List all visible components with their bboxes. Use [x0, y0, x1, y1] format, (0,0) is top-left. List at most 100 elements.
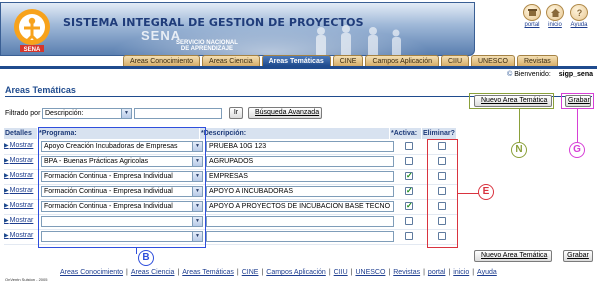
filter-field-select[interactable]: Descripción: ▼ — [42, 108, 132, 119]
show-details-label: Mostrar — [9, 187, 34, 194]
home-icon — [546, 4, 564, 21]
tab-areas-conocimiento[interactable]: Areas Conocimiento — [123, 55, 201, 66]
descripcion-input[interactable]: PRUEBA 10G 123 — [206, 141, 394, 152]
tab-unesco[interactable]: UNESCO — [471, 55, 515, 66]
col-descripcion: *Descripción: — [200, 128, 390, 139]
activa-checkbox[interactable] — [405, 157, 413, 165]
callout-n: N — [511, 142, 527, 158]
username: sigp_sena — [558, 71, 593, 78]
play-icon: ▶ — [4, 188, 9, 194]
activa-checkbox[interactable] — [405, 217, 413, 225]
tab-divider — [0, 66, 597, 69]
show-details-link[interactable]: ▶Mostrar — [4, 142, 33, 149]
callout-e-leader — [458, 193, 480, 195]
portal-link-label: portal — [524, 22, 540, 28]
main-tabs: Areas Conocimiento Areas Ciencia Areas T… — [123, 55, 560, 66]
footer-link[interactable]: inicio — [453, 269, 469, 276]
go-button[interactable]: Ir — [229, 107, 243, 119]
filter-field-value: Descripción: — [45, 110, 84, 117]
show-details-link[interactable]: ▶Mostrar — [4, 157, 33, 164]
activa-checkbox[interactable]: ✓ — [405, 172, 413, 180]
play-icon: ▶ — [4, 158, 9, 164]
new-area-button-bottom[interactable]: Nuevo Area Temática — [474, 250, 552, 262]
tab-areas-tematicas[interactable]: Areas Temáticas — [261, 55, 331, 66]
tab-cine[interactable]: CINE — [332, 55, 364, 66]
show-details-link[interactable]: ▶Mostrar — [4, 232, 33, 239]
welcome-bar: © Bienvenido: sigp_sena — [507, 71, 593, 78]
callout-g: G — [569, 142, 585, 158]
filter-label: Filtrado por — [5, 110, 41, 117]
col-eliminar: Eliminar? — [422, 128, 457, 139]
header: SENA SISTEMA INTEGRAL DE GESTION DE PROY… — [0, 0, 597, 56]
sena-logo: SENA — [14, 9, 50, 53]
show-details-label: Mostrar — [9, 172, 34, 179]
show-details-label: Mostrar — [9, 232, 34, 239]
footer-link[interactable]: Campos Aplicación — [266, 269, 326, 276]
brand-subtitle: SERVICIO NACIONAL DE APRENDIZAJE — [176, 40, 238, 52]
callout-g-leader — [577, 109, 579, 142]
highlight-b — [38, 127, 206, 248]
show-details-link[interactable]: ▶Mostrar — [4, 172, 33, 179]
footer-link[interactable]: Revistas — [393, 269, 420, 276]
footer-separator: | — [261, 269, 264, 276]
footer-separator: | — [126, 269, 128, 276]
tab-campos-aplicacion[interactable]: Campos Aplicación — [365, 55, 439, 66]
descripcion-input[interactable] — [206, 216, 394, 227]
advanced-search-button[interactable]: Búsqueda Avanzada — [248, 107, 322, 119]
chevron-down-icon: ▼ — [121, 109, 131, 118]
footer-separator: | — [448, 269, 451, 276]
footer-link[interactable]: Areas Ciencia — [131, 269, 175, 276]
footer-link[interactable]: UNESCO — [355, 269, 385, 276]
footer-separator: | — [388, 269, 391, 276]
footer-separator: | — [328, 269, 331, 276]
filter-text-input[interactable] — [134, 108, 222, 119]
portal-link[interactable]: portal — [523, 4, 541, 28]
tab-areas-ciencia[interactable]: Areas Ciencia — [202, 55, 260, 66]
footer-link[interactable]: portal — [428, 269, 446, 276]
callout-b-leader — [136, 248, 138, 254]
footer-separator: | — [177, 269, 180, 276]
footer-separator: | — [236, 269, 239, 276]
logo-text: SENA — [24, 47, 41, 53]
show-details-link[interactable]: ▶Mostrar — [4, 217, 33, 224]
inicio-link-label: inicio — [548, 22, 562, 28]
play-icon: ▶ — [4, 173, 9, 179]
highlight-g — [561, 93, 594, 109]
inicio-link[interactable]: inicio — [546, 4, 564, 28]
activa-checkbox[interactable] — [405, 232, 413, 240]
play-icon: ▶ — [4, 203, 9, 209]
descripcion-input[interactable]: APOYO A INCUBADORAS — [206, 186, 394, 197]
footer-link[interactable]: CIIU — [334, 269, 348, 276]
activa-checkbox[interactable] — [405, 142, 413, 150]
help-icon: ? — [570, 4, 588, 21]
descripcion-input[interactable]: APOYO A PROYECTOS DE INCUBACION BASE TEC… — [206, 201, 394, 212]
footer-link[interactable]: Areas Conocimiento — [60, 269, 123, 276]
footer-nav: Areas Conocimiento | Areas Ciencia | Areas T… — [60, 269, 497, 276]
show-details-link[interactable]: ▶Mostrar — [4, 187, 33, 194]
descripcion-input[interactable]: AGRUPADOS — [206, 156, 394, 167]
footer-link[interactable]: Ayuda — [477, 269, 497, 276]
footer-credit: OnVentn Sulston - 2005 — [5, 277, 48, 282]
ayuda-link[interactable]: ? Ayuda — [570, 4, 588, 28]
activa-checkbox[interactable]: ✓ — [405, 187, 413, 195]
footer-separator: | — [423, 269, 425, 276]
tab-ciiu[interactable]: CIIU — [441, 55, 469, 66]
show-details-link[interactable]: ▶Mostrar — [4, 202, 33, 209]
footer-link[interactable]: CINE — [242, 269, 259, 276]
svg-text:?: ? — [576, 8, 582, 18]
tab-revistas[interactable]: Revistas — [516, 55, 558, 66]
descripcion-input[interactable]: EMPRESAS — [206, 171, 394, 182]
footer-link[interactable]: Areas Temáticas — [182, 269, 234, 276]
activa-checkbox[interactable]: ✓ — [405, 202, 413, 210]
ayuda-link-label: Ayuda — [570, 22, 588, 28]
show-details-label: Mostrar — [9, 202, 34, 209]
footer-separator: | — [350, 269, 353, 276]
welcome-label: Bienvenido: — [514, 71, 551, 78]
show-details-label: Mostrar — [9, 142, 34, 149]
highlight-n — [469, 93, 554, 109]
descripcion-input[interactable] — [206, 231, 394, 242]
banner: SENA SISTEMA INTEGRAL DE GESTION DE PROY… — [0, 2, 475, 56]
play-icon: ▶ — [4, 143, 9, 149]
callout-b: B — [138, 250, 154, 266]
save-button-bottom[interactable]: Grabar — [563, 250, 593, 262]
